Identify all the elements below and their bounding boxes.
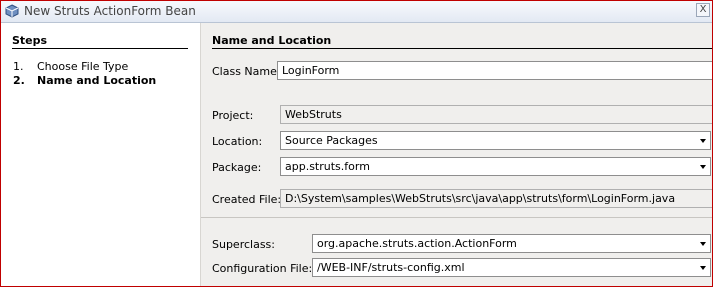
steps-heading: Steps (12, 34, 48, 47)
steps-panel: Steps 1. Choose File Type 2. Name and Loca… (1, 23, 199, 286)
step-number: 1. (13, 60, 24, 73)
step-label: Choose File Type (37, 60, 129, 73)
chevron-down-icon[interactable] (700, 266, 706, 270)
dialog-window: New Struts ActionForm Bean X Steps 1. Cho… (0, 0, 713, 287)
step-choose-file-type: 1. Choose File Type (13, 60, 128, 73)
location-label: Location: (212, 135, 263, 148)
configuration-file-value: /WEB-INF/struts-config.xml (317, 261, 465, 274)
step-number: 2. (13, 74, 25, 87)
title-bar: New Struts ActionForm Bean X (1, 1, 712, 23)
configuration-file-dropdown[interactable]: /WEB-INF/struts-config.xml (312, 258, 711, 277)
configuration-file-label: Configuration File: (212, 262, 313, 275)
package-combobox[interactable]: app.struts.form (280, 157, 711, 176)
chevron-down-icon[interactable] (700, 242, 706, 246)
package-label: Package: (212, 161, 262, 174)
name-location-panel: Name and Location Class Name: LoginForm … (200, 23, 712, 286)
superclass-value: org.apache.struts.action.ActionForm (317, 237, 517, 250)
location-value: Source Packages (285, 134, 378, 147)
chevron-down-icon[interactable] (700, 165, 706, 169)
section-heading: Name and Location (212, 34, 332, 47)
section-divider (212, 48, 712, 49)
created-file-field: D:\System\samples\WebStruts\src\java\app… (280, 189, 712, 208)
project-label: Project: (212, 109, 254, 122)
created-file-label: Created File: (212, 193, 282, 206)
package-value: app.struts.form (285, 160, 370, 173)
superclass-dropdown[interactable]: org.apache.struts.action.ActionForm (312, 234, 711, 253)
steps-divider (12, 48, 188, 49)
section-separator (201, 217, 712, 218)
superclass-label: Superclass: (212, 238, 275, 251)
close-icon[interactable]: X (696, 3, 710, 17)
step-name-and-location: 2. Name and Location (13, 74, 156, 87)
cube-icon (5, 4, 19, 18)
class-name-label: Class Name: (212, 65, 281, 78)
window-title: New Struts ActionForm Bean (24, 4, 196, 18)
step-label: Name and Location (37, 74, 157, 87)
chevron-down-icon[interactable] (700, 139, 706, 143)
project-field: WebStruts (280, 105, 712, 124)
class-name-input[interactable]: LoginForm (277, 61, 712, 80)
location-dropdown[interactable]: Source Packages (280, 131, 711, 150)
